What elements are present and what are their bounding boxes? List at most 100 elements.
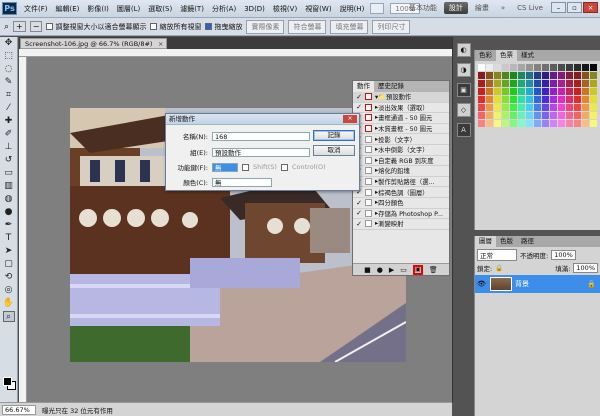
color-swatch[interactable] <box>542 120 549 127</box>
color-swatch[interactable] <box>478 112 485 119</box>
dialog-toggle-icon[interactable] <box>365 135 372 143</box>
checkmark-icon[interactable]: ✓ <box>355 93 363 101</box>
color-swatch[interactable] <box>510 120 517 127</box>
blend-mode-dropdown[interactable]: 正常 <box>477 249 517 261</box>
color-swatch[interactable] <box>510 96 517 103</box>
color-swatch[interactable] <box>534 88 541 95</box>
action-item[interactable]: ✓▸畫框通道 - 50 圖元 <box>353 113 449 124</box>
color-swatch[interactable] <box>590 80 597 87</box>
menu-image[interactable]: 影像(I) <box>83 0 113 18</box>
color-swatch[interactable] <box>510 88 517 95</box>
name-input[interactable]: 168 <box>212 131 310 141</box>
color-swatch[interactable] <box>486 96 493 103</box>
dialog-toggle-icon[interactable] <box>365 199 372 207</box>
menu-window[interactable]: 視窗(W) <box>301 0 335 18</box>
lasso-tool-icon[interactable]: ◌ <box>3 64 15 75</box>
color-swatch[interactable] <box>518 72 525 79</box>
color-swatch[interactable] <box>590 112 597 119</box>
quick-select-tool-icon[interactable]: ✎ <box>3 77 15 88</box>
color-swatch[interactable] <box>478 88 485 95</box>
trash-icon[interactable]: 🗑 <box>429 266 438 274</box>
color-swatch[interactable] <box>518 80 525 87</box>
color-swatch[interactable] <box>542 104 549 111</box>
color-swatch[interactable] <box>550 64 557 71</box>
color-swatch[interactable] <box>486 72 493 79</box>
dialog-toggle-icon[interactable] <box>365 188 372 196</box>
color-swatch[interactable] <box>494 112 501 119</box>
color-swatch[interactable] <box>582 88 589 95</box>
color-swatch[interactable] <box>558 112 565 119</box>
color-swatch[interactable] <box>582 104 589 111</box>
gradient-tool-icon[interactable]: ▥ <box>3 181 15 192</box>
color-swatch[interactable] <box>502 80 509 87</box>
3d-orbit-tool-icon[interactable]: ◎ <box>3 285 15 296</box>
tab-history[interactable]: 歷史記錄 <box>374 81 408 92</box>
color-swatch[interactable] <box>550 112 557 119</box>
function-key-dropdown[interactable]: 無 <box>212 162 238 172</box>
action-item[interactable]: ✓▸水中倒影（文字） <box>353 145 449 156</box>
color-swatch[interactable] <box>574 64 581 71</box>
tab-paths[interactable]: 路徑 <box>517 236 538 247</box>
checkmark-icon[interactable]: ✓ <box>355 209 363 217</box>
color-swatch[interactable] <box>574 120 581 127</box>
crop-tool-icon[interactable]: ⌗ <box>3 90 15 101</box>
color-swatch[interactable] <box>566 104 573 111</box>
color-swatch[interactable] <box>542 80 549 87</box>
color-swatch[interactable] <box>518 104 525 111</box>
bridge-button[interactable] <box>370 3 385 14</box>
cancel-button[interactable]: 取消 <box>313 145 355 156</box>
color-swatch[interactable] <box>542 112 549 119</box>
color-swatch[interactable] <box>526 112 533 119</box>
healing-brush-tool-icon[interactable]: ✚ <box>3 116 15 127</box>
color-swatch[interactable] <box>510 72 517 79</box>
type-tool-icon[interactable]: T <box>3 233 15 244</box>
dialog-toggle-icon[interactable] <box>365 114 372 122</box>
layer-row-background[interactable]: 👁 背景 🔒 <box>475 275 600 293</box>
tab-actions[interactable]: 動作 <box>353 81 374 92</box>
action-item[interactable]: ✓ ▸ 漸變映射 <box>353 219 449 230</box>
menu-select[interactable]: 選取(S) <box>144 0 176 18</box>
color-swatch[interactable] <box>526 104 533 111</box>
color-swatch[interactable] <box>558 64 565 71</box>
path-select-tool-icon[interactable]: ➤ <box>3 246 15 257</box>
fill-field[interactable]: 100% <box>573 263 598 273</box>
action-item[interactable]: ✓▸熔化的鉛塊 <box>353 166 449 177</box>
dialog-toggle-icon[interactable] <box>365 103 372 111</box>
dialog-toggle-icon[interactable] <box>365 178 372 186</box>
zoom-tool-selected-icon[interactable]: ⌕ <box>2 311 15 322</box>
color-panel-icon[interactable]: ◐ <box>456 43 471 57</box>
menu-help[interactable]: 說明(H) <box>336 0 369 18</box>
color-dropdown[interactable]: 無 <box>212 177 272 187</box>
menu-filter[interactable]: 濾鏡(T) <box>176 0 208 18</box>
color-swatch[interactable] <box>518 120 525 127</box>
color-swatch[interactable] <box>478 64 485 71</box>
color-swatch[interactable] <box>582 112 589 119</box>
color-swatch[interactable] <box>510 104 517 111</box>
dialog-toggle-icon[interactable] <box>365 167 372 175</box>
history-brush-tool-icon[interactable]: ↺ <box>3 155 15 166</box>
print-size-button[interactable]: 列印尺寸 <box>372 19 411 34</box>
color-swatch[interactable] <box>526 64 533 71</box>
color-swatch[interactable] <box>526 120 533 127</box>
tab-color[interactable]: 色彩 <box>475 50 496 61</box>
color-swatch[interactable] <box>534 120 541 127</box>
color-swatch[interactable] <box>558 88 565 95</box>
menu-3d[interactable]: 3D(D) <box>240 0 269 18</box>
color-swatch[interactable] <box>566 96 573 103</box>
workspace-essentials[interactable]: 基本功能 <box>404 2 442 14</box>
document-tab[interactable]: Screenshot-106.jpg @ 66.7% (RGB/8#) × <box>20 38 168 49</box>
action-item[interactable]: ✓ ▸ 四分顏色 <box>353 198 449 209</box>
color-swatch[interactable] <box>558 72 565 79</box>
color-swatch[interactable] <box>582 96 589 103</box>
color-swatch[interactable] <box>590 96 597 103</box>
color-swatch[interactable] <box>582 64 589 71</box>
close-icon[interactable]: × <box>583 2 598 13</box>
action-item[interactable]: ✓ ▸ 淡出效果（選取） <box>353 103 449 114</box>
move-tool-icon[interactable]: ✥ <box>3 38 15 49</box>
color-swatch[interactable] <box>478 96 485 103</box>
color-swatch[interactable] <box>542 88 549 95</box>
opacity-field[interactable]: 100% <box>551 250 576 260</box>
menu-file[interactable]: 文件(F) <box>20 0 52 18</box>
color-swatch[interactable] <box>574 80 581 87</box>
color-swatch[interactable] <box>526 88 533 95</box>
